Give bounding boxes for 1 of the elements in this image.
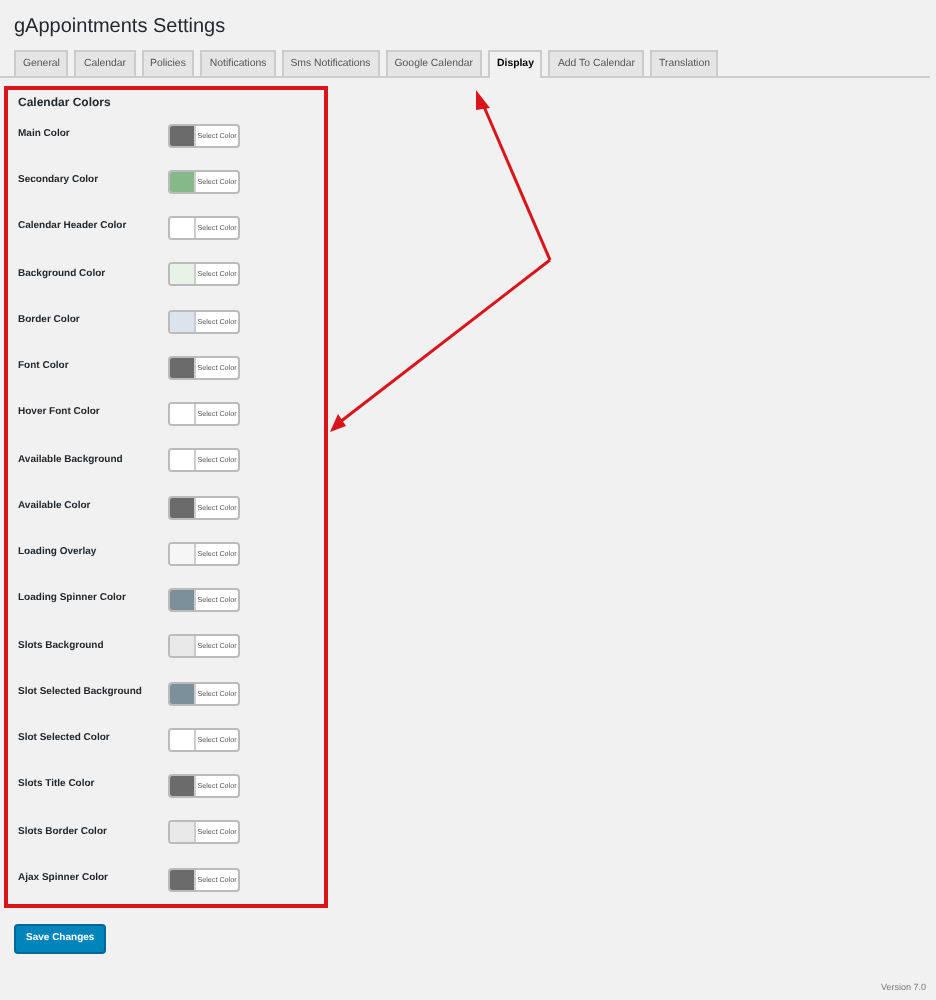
page-title: gAppointments Settings <box>12 14 228 40</box>
